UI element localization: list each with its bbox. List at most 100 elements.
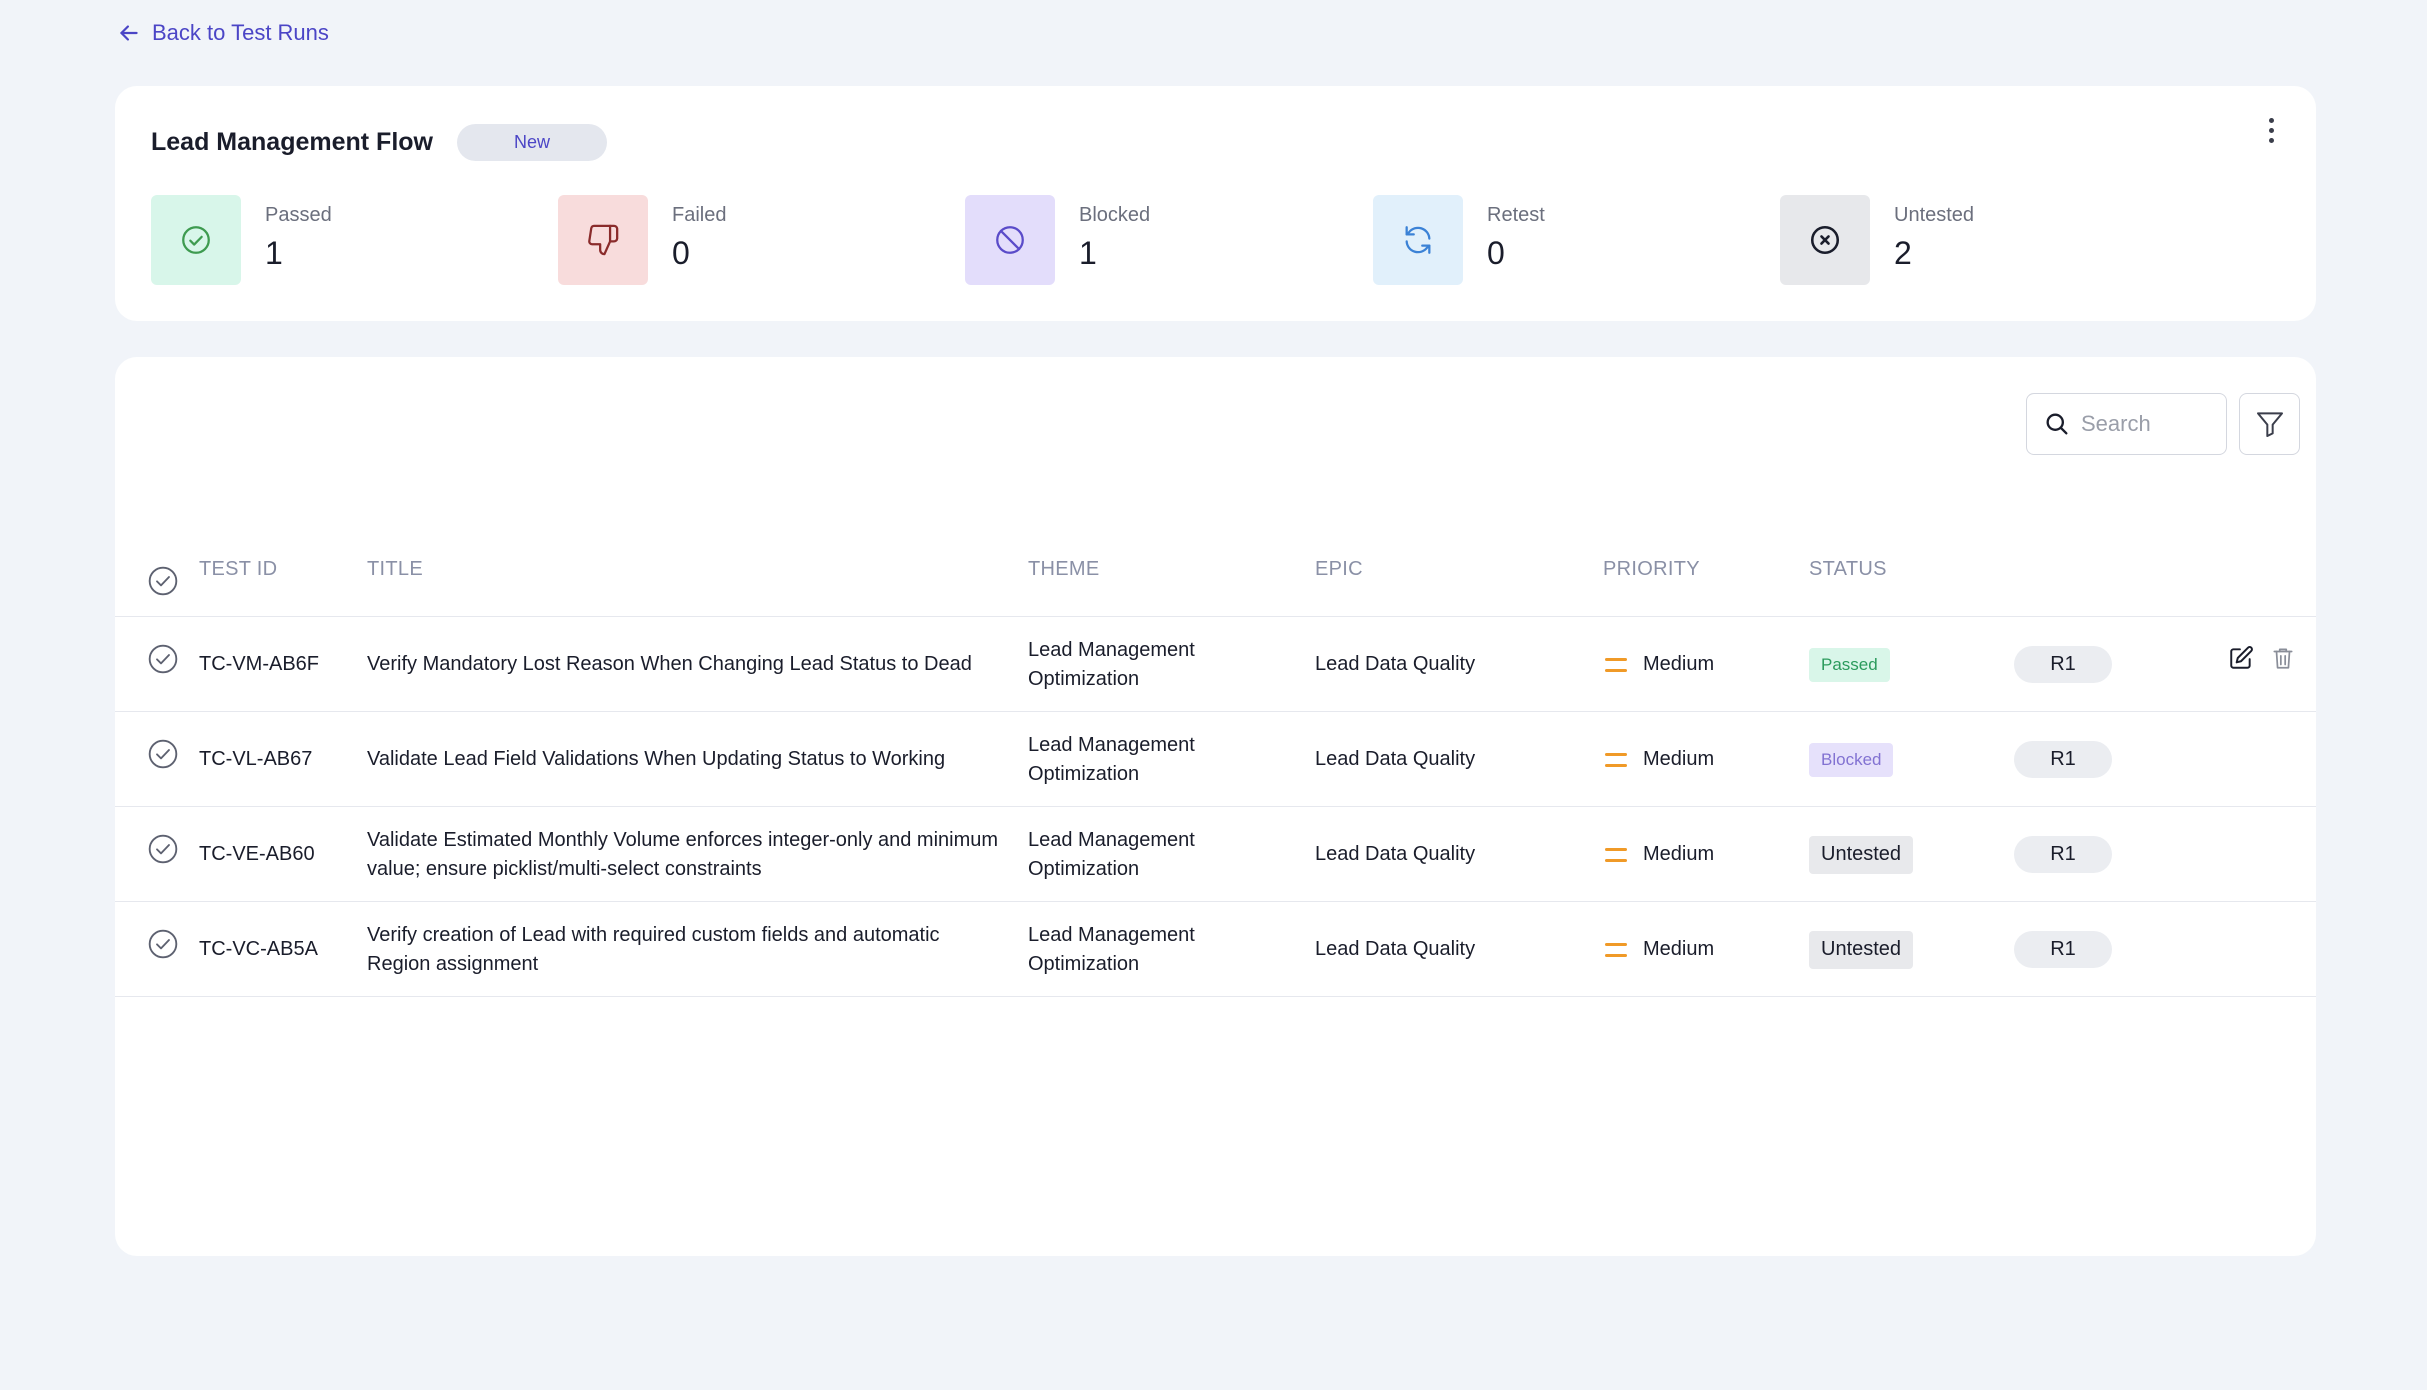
stat-label: Retest xyxy=(1487,204,1545,226)
filter-icon xyxy=(2256,412,2283,437)
release-cell: R1 xyxy=(2014,712,2112,807)
check-circle-icon xyxy=(148,566,178,596)
stat-blocked-icon-box xyxy=(965,195,1055,285)
thumbs-down-icon xyxy=(588,224,619,256)
header-epic[interactable]: EPIC xyxy=(1315,542,1363,596)
release-badge: R1 xyxy=(2014,741,2112,778)
kebab-dot-icon xyxy=(2268,137,2274,143)
refresh-icon xyxy=(1405,226,1431,254)
back-to-test-runs-link[interactable]: Back to Test Runs xyxy=(116,18,329,48)
priority-medium-icon xyxy=(1605,942,1627,957)
theme-cell: Lead Management Optimization xyxy=(1028,828,1195,880)
status-cell: Passed xyxy=(1809,617,1890,712)
test-id-cell: TC-VM-AB6F xyxy=(199,653,319,675)
release-badge: R1 xyxy=(2014,836,2112,873)
stat-retest: Retest 0 xyxy=(1373,195,1545,285)
row-checkbox[interactable] xyxy=(147,902,179,997)
table-row[interactable]: TC-VM-AB6F Verify Mandatory Lost Reason … xyxy=(115,617,2316,712)
release-badge: R1 xyxy=(2014,931,2112,968)
priority-cell: Medium xyxy=(1605,617,1714,712)
test-id-cell: TC-VC-AB5A xyxy=(199,938,318,960)
trash-icon[interactable] xyxy=(2270,645,2296,671)
stat-retest-icon-box xyxy=(1373,195,1463,285)
test-id-cell: TC-VL-AB67 xyxy=(199,748,313,770)
back-link-label: Back to Test Runs xyxy=(152,20,329,45)
filter-button[interactable] xyxy=(2239,393,2300,455)
stat-count: 1 xyxy=(1079,235,1097,271)
status-badge: Passed xyxy=(1809,647,1890,682)
title-cell: Validate Lead Field Validations When Upd… xyxy=(367,748,946,770)
release-badge: R1 xyxy=(2014,646,2112,683)
ban-icon xyxy=(996,226,1024,254)
stat-count: 0 xyxy=(1487,235,1505,271)
priority-cell: Medium xyxy=(1605,712,1714,807)
test-cases-card: TEST ID TITLE THEME EPIC PRIORITY STATUS… xyxy=(115,357,2316,1256)
arrow-left-icon xyxy=(120,25,138,41)
kebab-dot-icon xyxy=(2268,127,2274,133)
search-icon xyxy=(2046,413,2068,435)
stat-count: 0 xyxy=(672,235,690,271)
priority-label: Medium xyxy=(1643,938,1715,960)
check-circle-icon xyxy=(148,834,178,864)
priority-label: Medium xyxy=(1643,653,1715,675)
header-theme[interactable]: THEME xyxy=(1028,542,1100,596)
stat-untested: Untested 2 xyxy=(1780,195,1974,285)
title-cell: Verify Mandatory Lost Reason When Changi… xyxy=(367,653,972,675)
run-title: Lead Management Flow xyxy=(151,127,433,156)
status-cell: Untested xyxy=(1809,902,1914,997)
test-id-cell: TC-VE-AB60 xyxy=(199,843,315,865)
theme-cell: Lead Management Optimization xyxy=(1028,733,1195,785)
table-row[interactable]: TC-VE-AB60 Validate Estimated Monthly Vo… xyxy=(115,807,2316,902)
check-circle-icon xyxy=(148,644,178,674)
header-title[interactable]: TITLE xyxy=(367,542,423,596)
kebab-dot-icon xyxy=(2268,117,2274,123)
priority-label: Medium xyxy=(1643,748,1715,770)
stat-failed: Failed 0 xyxy=(558,195,726,285)
priority-label: Medium xyxy=(1643,843,1715,865)
epic-cell: Lead Data Quality xyxy=(1315,653,1476,675)
search-input[interactable] xyxy=(2081,411,2211,437)
table-row[interactable]: TC-VC-AB5A Verify creation of Lead with … xyxy=(115,902,2316,997)
priority-medium-icon xyxy=(1605,847,1627,862)
priority-medium-icon xyxy=(1605,657,1627,672)
select-all-checkbox[interactable] xyxy=(147,554,179,608)
epic-cell: Lead Data Quality xyxy=(1315,748,1476,770)
status-cell: Untested xyxy=(1809,807,1914,902)
row-checkbox[interactable] xyxy=(147,712,179,807)
priority-cell: Medium xyxy=(1605,807,1714,902)
status-badge: Blocked xyxy=(1809,742,1894,777)
stat-failed-icon-box xyxy=(558,195,648,285)
row-checkbox[interactable] xyxy=(147,617,179,712)
row-actions xyxy=(2228,645,2296,671)
table-row[interactable]: TC-VL-AB67 Validate Lead Field Validatio… xyxy=(115,712,2316,807)
table-header: TEST ID TITLE THEME EPIC PRIORITY STATUS xyxy=(115,542,2316,617)
epic-cell: Lead Data Quality xyxy=(1315,938,1476,960)
check-circle-icon xyxy=(182,226,210,254)
more-options-button[interactable] xyxy=(2256,112,2286,148)
epic-cell: Lead Data Quality xyxy=(1315,843,1476,865)
check-circle-icon xyxy=(148,739,178,769)
stat-count: 2 xyxy=(1894,235,1912,271)
edit-icon[interactable] xyxy=(2228,645,2254,671)
header-priority[interactable]: PRIORITY xyxy=(1603,542,1700,596)
title-cell: Verify creation of Lead with required cu… xyxy=(367,923,940,975)
title-cell: Validate Estimated Monthly Volume enforc… xyxy=(367,828,999,880)
run-header: Lead Management Flow New xyxy=(151,122,607,162)
release-cell: R1 xyxy=(2014,902,2112,997)
release-cell: R1 xyxy=(2014,617,2112,712)
check-circle-icon xyxy=(148,929,178,959)
run-status-badge: New xyxy=(456,123,607,161)
stat-count: 1 xyxy=(265,235,283,271)
header-status[interactable]: STATUS xyxy=(1809,542,1887,596)
stat-label: Passed xyxy=(265,204,332,226)
status-badge: Untested xyxy=(1809,835,1914,874)
status-badge: Untested xyxy=(1809,930,1914,969)
theme-cell: Lead Management Optimization xyxy=(1028,638,1195,690)
run-summary-card: Lead Management Flow New Passed 1 Failed… xyxy=(115,86,2316,321)
search-box xyxy=(2026,393,2227,455)
header-test-id[interactable]: TEST ID xyxy=(199,542,277,596)
stat-label: Failed xyxy=(672,204,727,226)
stat-passed-icon-box xyxy=(151,195,241,285)
x-circle-icon xyxy=(1810,225,1840,255)
row-checkbox[interactable] xyxy=(147,807,179,902)
